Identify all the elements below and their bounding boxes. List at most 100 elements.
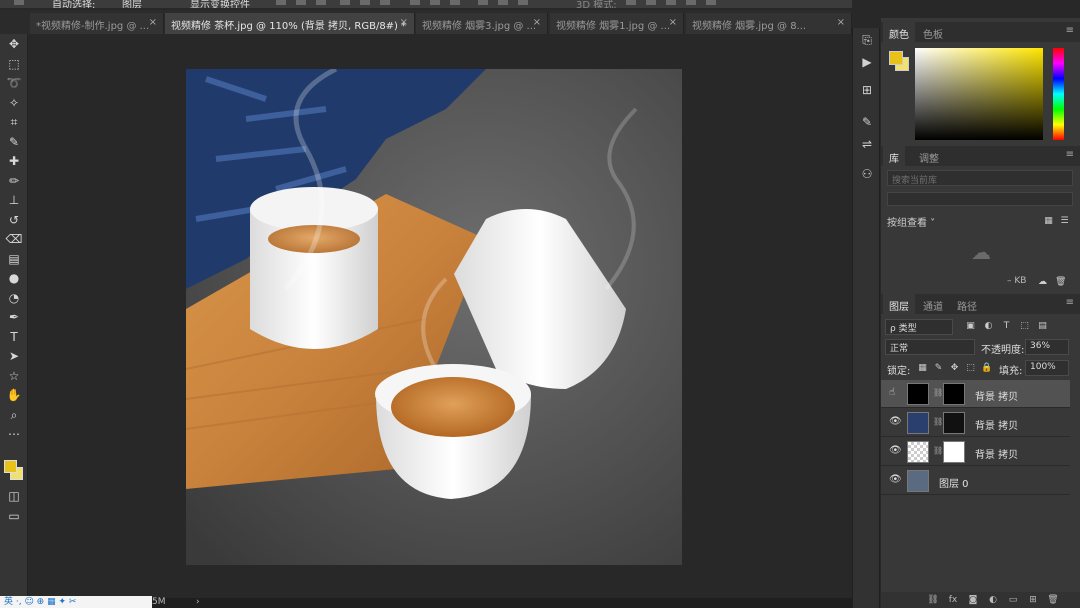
tab-adjustments[interactable]: 调整 (913, 146, 945, 166)
tab-channels[interactable]: 通道 (917, 294, 949, 314)
crop-tool-icon[interactable]: ⌗ (5, 114, 23, 130)
gradient-tool-icon[interactable]: ▤ (5, 251, 23, 267)
3d-slide-icon[interactable] (686, 0, 696, 5)
3d-roll-icon[interactable] (646, 0, 656, 5)
doc-tab-2[interactable]: 视频精修 茶杯.jpg @ 110% (背景 拷贝, RGB/8#) * × (165, 13, 415, 34)
move-tool-icon[interactable]: ✥ (5, 36, 23, 52)
hand-tool-icon[interactable]: ✋ (5, 387, 23, 403)
hand-cursor-icon[interactable]: ☝ (889, 387, 901, 399)
play-actions-icon[interactable]: ▶ (859, 54, 875, 70)
doc-tab-5[interactable]: 视频精修 烟雾.jpg @ 8... × (686, 13, 852, 34)
filter-pixel-icon[interactable]: ▣ (965, 321, 976, 332)
layer-name[interactable]: 背景 拷贝 (975, 388, 1018, 403)
type-tool-icon[interactable]: T (5, 329, 23, 345)
clone-stamp-icon[interactable]: ⊥ (5, 192, 23, 208)
tab-library[interactable]: 库 (883, 146, 905, 166)
doc-tab-4[interactable]: 视频精修 烟雾1.jpg @ ... × (550, 13, 684, 34)
layer-mask-thumbnail[interactable] (943, 412, 965, 434)
zoom-tool-icon[interactable]: ⌕ (5, 407, 23, 423)
lock-position-icon[interactable]: ✥ (949, 363, 960, 374)
status-arrow-icon[interactable]: › (196, 597, 200, 607)
eraser-tool-icon[interactable]: ⌫ (5, 231, 23, 247)
foreground-color-chip[interactable] (889, 51, 903, 65)
layer-row[interactable]: 👁 ⛓ 背景 拷贝 (881, 409, 1070, 437)
layer-row[interactable]: 👁 图层 0 (881, 467, 1070, 495)
align-middle-icon[interactable] (360, 0, 370, 5)
distribute-icon[interactable] (430, 0, 440, 5)
auto-select-dropdown[interactable]: 图层 (122, 0, 142, 8)
distribute-icon[interactable] (518, 0, 528, 5)
3d-scale-icon[interactable] (706, 0, 716, 5)
eye-icon[interactable]: 👁 (889, 474, 902, 486)
dodge-tool-icon[interactable]: ◔ (5, 290, 23, 306)
magic-wand-icon[interactable]: ✧ (5, 95, 23, 111)
layer-row[interactable]: 👁 ⛓ 背景 拷贝 (881, 438, 1070, 466)
close-icon[interactable]: × (400, 17, 408, 28)
document-image[interactable] (186, 69, 682, 565)
layer-filter-dropdown[interactable]: ρ 类型 (885, 319, 953, 335)
grid-view-icon[interactable]: ▦ (1043, 216, 1054, 227)
brush-settings-icon[interactable]: ✎ (859, 114, 875, 130)
tab-swatches[interactable]: 色板 (917, 22, 949, 42)
layer-name[interactable]: 背景 拷贝 (975, 417, 1018, 432)
eyedropper-icon[interactable]: ✎ (5, 134, 23, 150)
filter-type-icon[interactable]: T (1001, 321, 1012, 332)
fx-icon[interactable]: fx (947, 594, 959, 606)
show-transform-checkbox[interactable]: 显示变换控件 (190, 0, 250, 8)
fill-input[interactable]: 100% (1025, 360, 1069, 376)
panel-menu-icon[interactable]: ≡ (1066, 25, 1074, 36)
shape-tool-icon[interactable]: ☆ (5, 368, 23, 384)
group-view-label[interactable]: 按组查看 ˅ (887, 214, 935, 229)
move-tool-icon[interactable] (14, 0, 24, 5)
panel-menu-icon[interactable]: ≡ (1066, 149, 1074, 160)
history-brush-icon[interactable]: ↺ (5, 212, 23, 228)
lock-transparent-icon[interactable]: ▦ (917, 363, 928, 374)
close-icon[interactable]: × (533, 17, 541, 28)
distribute-icon[interactable] (450, 0, 460, 5)
adjustments-icon[interactable]: ⇌ (859, 136, 875, 152)
blur-tool-icon[interactable]: ● (5, 270, 23, 286)
color-picker-field[interactable] (915, 48, 1043, 140)
brush-tool-icon[interactable]: ✏ (5, 173, 23, 189)
new-layer-icon[interactable]: ⊞ (1027, 594, 1039, 606)
align-bottom-icon[interactable] (380, 0, 390, 5)
filter-smart-icon[interactable]: ▤ (1037, 321, 1048, 332)
3d-pan-icon[interactable] (666, 0, 676, 5)
eye-icon[interactable]: 👁 (889, 416, 902, 428)
link-icon[interactable]: ⛓ (933, 417, 943, 426)
trash-icon[interactable]: 🗑 (1055, 277, 1066, 288)
character-icon[interactable]: ⚇ (859, 166, 875, 182)
more-tools-icon[interactable]: ⋯ (5, 426, 23, 442)
tab-color[interactable]: 颜色 (883, 22, 915, 42)
canvas-area[interactable] (29, 35, 838, 599)
distribute-icon[interactable] (410, 0, 420, 5)
align-center-icon[interactable] (296, 0, 306, 5)
link-layers-icon[interactable]: ⛓ (927, 594, 939, 606)
marquee-tool-icon[interactable]: ⬚ (5, 56, 23, 72)
foreground-color-swatch[interactable] (4, 460, 17, 473)
link-icon[interactable]: ⛓ (933, 446, 943, 455)
panel-menu-icon[interactable]: ≡ (1066, 297, 1074, 308)
link-icon[interactable]: ⛓ (933, 388, 943, 397)
screen-mode-icon[interactable]: ▭ (5, 508, 23, 524)
add-mask-icon[interactable]: ◙ (967, 594, 979, 606)
align-left-icon[interactable] (276, 0, 286, 5)
layer-name[interactable]: 图层 0 (939, 475, 969, 490)
ime-toolbar[interactable]: 英 ·, ☺ ⊕ ▦ ✦ ✂ (0, 596, 152, 608)
healing-brush-icon[interactable]: ✚ (5, 153, 23, 169)
properties-icon[interactable]: ⊞ (859, 82, 875, 98)
history-icon[interactable]: ⎘ (859, 32, 875, 48)
layer-row[interactable]: ☝ ⛓ 背景 拷贝 (881, 380, 1070, 408)
lock-artboard-icon[interactable]: ⬚ (965, 363, 976, 374)
library-dropdown[interactable] (887, 192, 1073, 206)
layer-mask-thumbnail[interactable] (943, 441, 965, 463)
align-right-icon[interactable] (316, 0, 326, 5)
tab-paths[interactable]: 路径 (951, 294, 983, 314)
opacity-input[interactable]: 36% (1025, 339, 1069, 355)
new-group-icon[interactable]: ▭ (1007, 594, 1019, 606)
tab-layers[interactable]: 图层 (883, 294, 915, 314)
close-icon[interactable]: × (149, 17, 157, 28)
layer-mask-thumbnail[interactable] (943, 383, 965, 405)
cloud-sync-icon[interactable]: ☁ (1037, 277, 1048, 288)
lasso-tool-icon[interactable]: ➰ (5, 75, 23, 91)
